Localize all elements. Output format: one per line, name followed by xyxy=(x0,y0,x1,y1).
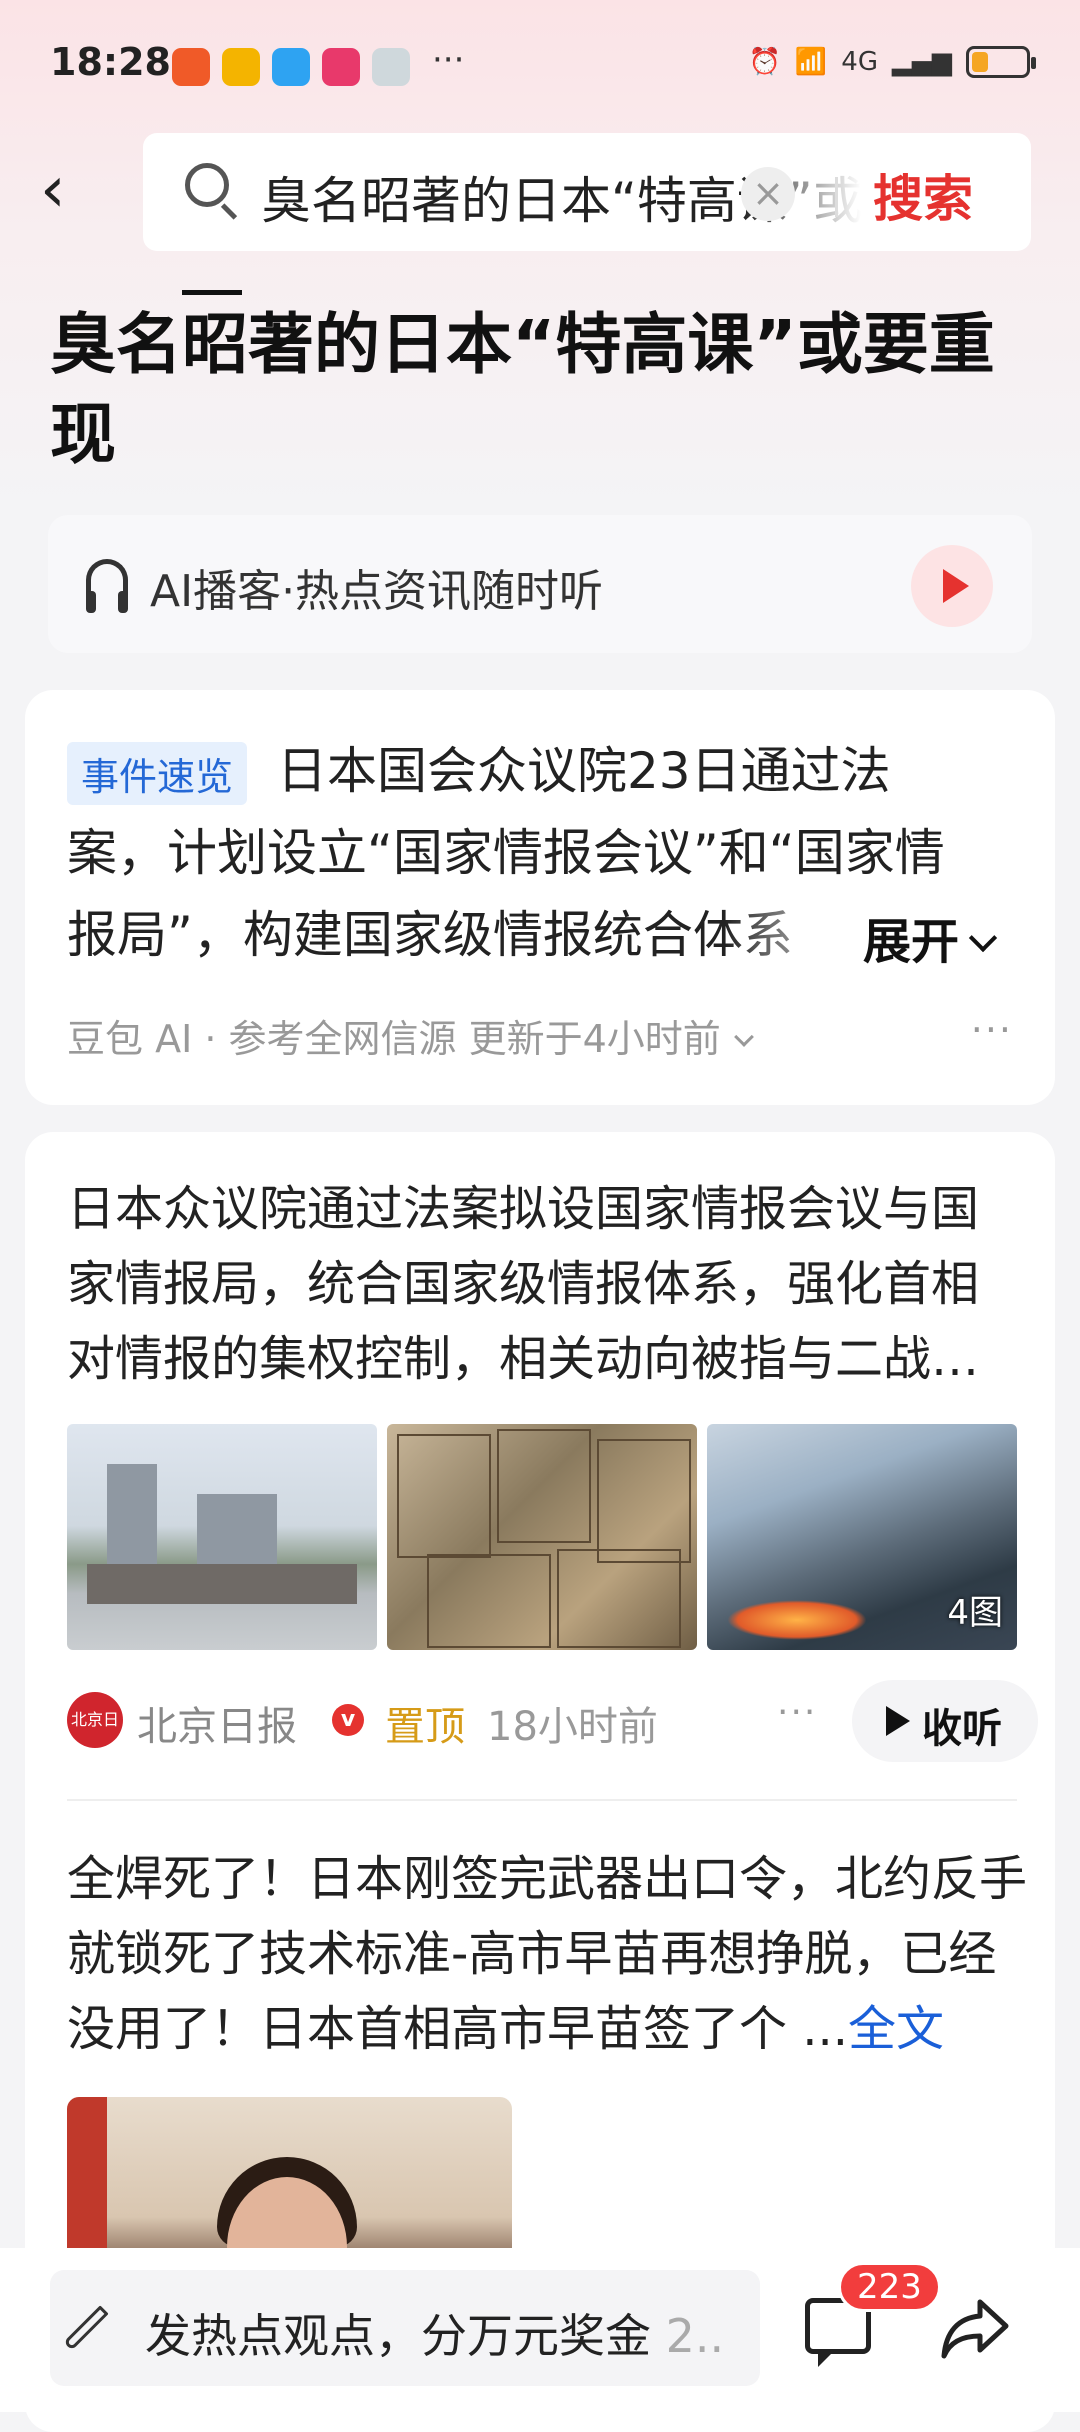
title-decoration xyxy=(182,290,242,295)
headphone-icon xyxy=(86,559,128,613)
chevron-down-icon xyxy=(733,1027,754,1047)
more-options-icon[interactable]: ··· xyxy=(971,1008,1013,1052)
book-shape xyxy=(557,1549,681,1648)
building-shape xyxy=(197,1494,277,1564)
clear-icon[interactable]: × xyxy=(741,167,795,221)
news-image-building[interactable] xyxy=(67,1424,377,1650)
app-notification-icon-5 xyxy=(372,48,410,86)
news-image-books[interactable] xyxy=(387,1424,697,1650)
image-count-badge: 4图 xyxy=(947,1593,1003,1633)
book-shape xyxy=(597,1439,691,1563)
status-time: 18:28 xyxy=(50,40,171,84)
event-tag: 事件速览 xyxy=(67,742,248,805)
status-bar: 18:28 ··· ⏰ 📶 4G ▂▄▆ xyxy=(0,0,1080,130)
search-icon xyxy=(185,163,229,207)
news-time: 18小时前 xyxy=(487,1704,658,1750)
comment-input[interactable]: 发热点观点，分万元奖金 2.. xyxy=(50,2270,760,2386)
ai-podcast-bar[interactable]: AI播客·热点资讯随时听 xyxy=(48,515,1032,653)
bottom-action-bar: 发热点观点，分万元奖金 2.. 223 xyxy=(0,2248,1080,2412)
text-fade xyxy=(725,886,865,968)
expand-label: 展开 xyxy=(863,914,960,970)
share-icon[interactable] xyxy=(940,2296,1010,2360)
wifi-icon: 📶 xyxy=(794,47,828,77)
status-right: ⏰ 📶 4G ▂▄▆ xyxy=(748,46,1036,78)
podcast-label: AI播客·热点资讯随时听 xyxy=(150,566,604,617)
book-shape xyxy=(397,1434,491,1558)
comment-count-badge: 223 xyxy=(838,2262,941,2312)
news-item-text[interactable]: 全焊死了！日本刚签完武器出口令，北约反手就锁死了技术标准-高市早苗再想挣脱，已经… xyxy=(67,1842,1027,2067)
news-meta-row: 北京日报 北京日报 v 置顶 18小时前 ··· 收听 xyxy=(67,1680,1038,1785)
book-shape xyxy=(427,1554,551,1648)
news-image-strip[interactable]: 4图 xyxy=(67,1424,1017,1650)
more-notifications-icon: ··· xyxy=(432,40,465,80)
app-notification-icon-4 xyxy=(322,48,360,86)
publisher-logo[interactable]: 北京日报 xyxy=(67,1692,123,1785)
back-button[interactable]: ‹ xyxy=(40,150,100,230)
summary-source[interactable]: 豆包 AI · 参考全网信源 更新于4小时前 xyxy=(67,1008,754,1063)
news-item-text[interactable]: 日本众议院通过法案拟设国家情报会议与国家情报局，统合国家级情报体系，强化首相对情… xyxy=(67,1172,1017,1397)
source-text: 豆包 AI · 参考全网信源 更新于4小时前 xyxy=(67,1017,721,1061)
news-image-warship[interactable]: 4图 xyxy=(707,1424,1017,1650)
comment-placeholder: 发热点观点，分万元奖金 2.. xyxy=(145,2300,724,2366)
listen-button[interactable]: 收听 xyxy=(852,1680,1038,1762)
event-summary-card[interactable]: 日本国会众议院23日通过法案，计划设立“国家情报会议”和“国家情报局”，构建国家… xyxy=(25,690,1055,1105)
alarm-icon: ⏰ xyxy=(748,47,781,77)
divider xyxy=(67,1799,1017,1801)
search-button[interactable]: 搜索 xyxy=(873,159,973,231)
pinned-label: 置顶 xyxy=(385,1704,465,1750)
fire-shape xyxy=(727,1600,867,1640)
more-options-icon[interactable]: ··· xyxy=(777,1692,817,1733)
news-feed-card: 日本众议院通过法案拟设国家情报会议与国家情报局，统合国家级情报体系，强化首相对情… xyxy=(25,1132,1055,2432)
search-bar[interactable]: 臭名昭著的日本“特高课”或要重现 × 搜索 xyxy=(143,133,1031,251)
comment-placeholder-text: 发热点观点，分万元奖金 xyxy=(145,2309,651,2363)
building-shape xyxy=(87,1564,357,1604)
pen-icon xyxy=(63,2305,109,2351)
expand-button[interactable]: 展开 xyxy=(853,902,998,972)
battery-icon xyxy=(966,46,1036,78)
app-notification-icon-3 xyxy=(272,48,310,86)
building-shape xyxy=(107,1464,157,1564)
app-notification-icon-2 xyxy=(222,48,260,86)
network-type: 4G xyxy=(841,47,878,77)
book-shape xyxy=(497,1429,591,1543)
publisher-name[interactable]: 北京日报 xyxy=(137,1694,297,1752)
chevron-down-icon xyxy=(968,923,998,953)
comment-placeholder-suffix: 2.. xyxy=(665,2309,725,2363)
battery-level xyxy=(972,52,988,72)
verified-icon: v xyxy=(332,1704,364,1736)
play-icon[interactable] xyxy=(911,545,993,627)
search-divider xyxy=(835,177,838,217)
full-text-link[interactable]: 全文 xyxy=(848,2001,944,2057)
page-title: 臭名昭著的日本“特高课”或要重现 xyxy=(50,306,995,473)
signal-icon: ▂▄▆ xyxy=(892,47,952,77)
app-notification-icon-1 xyxy=(172,48,210,86)
